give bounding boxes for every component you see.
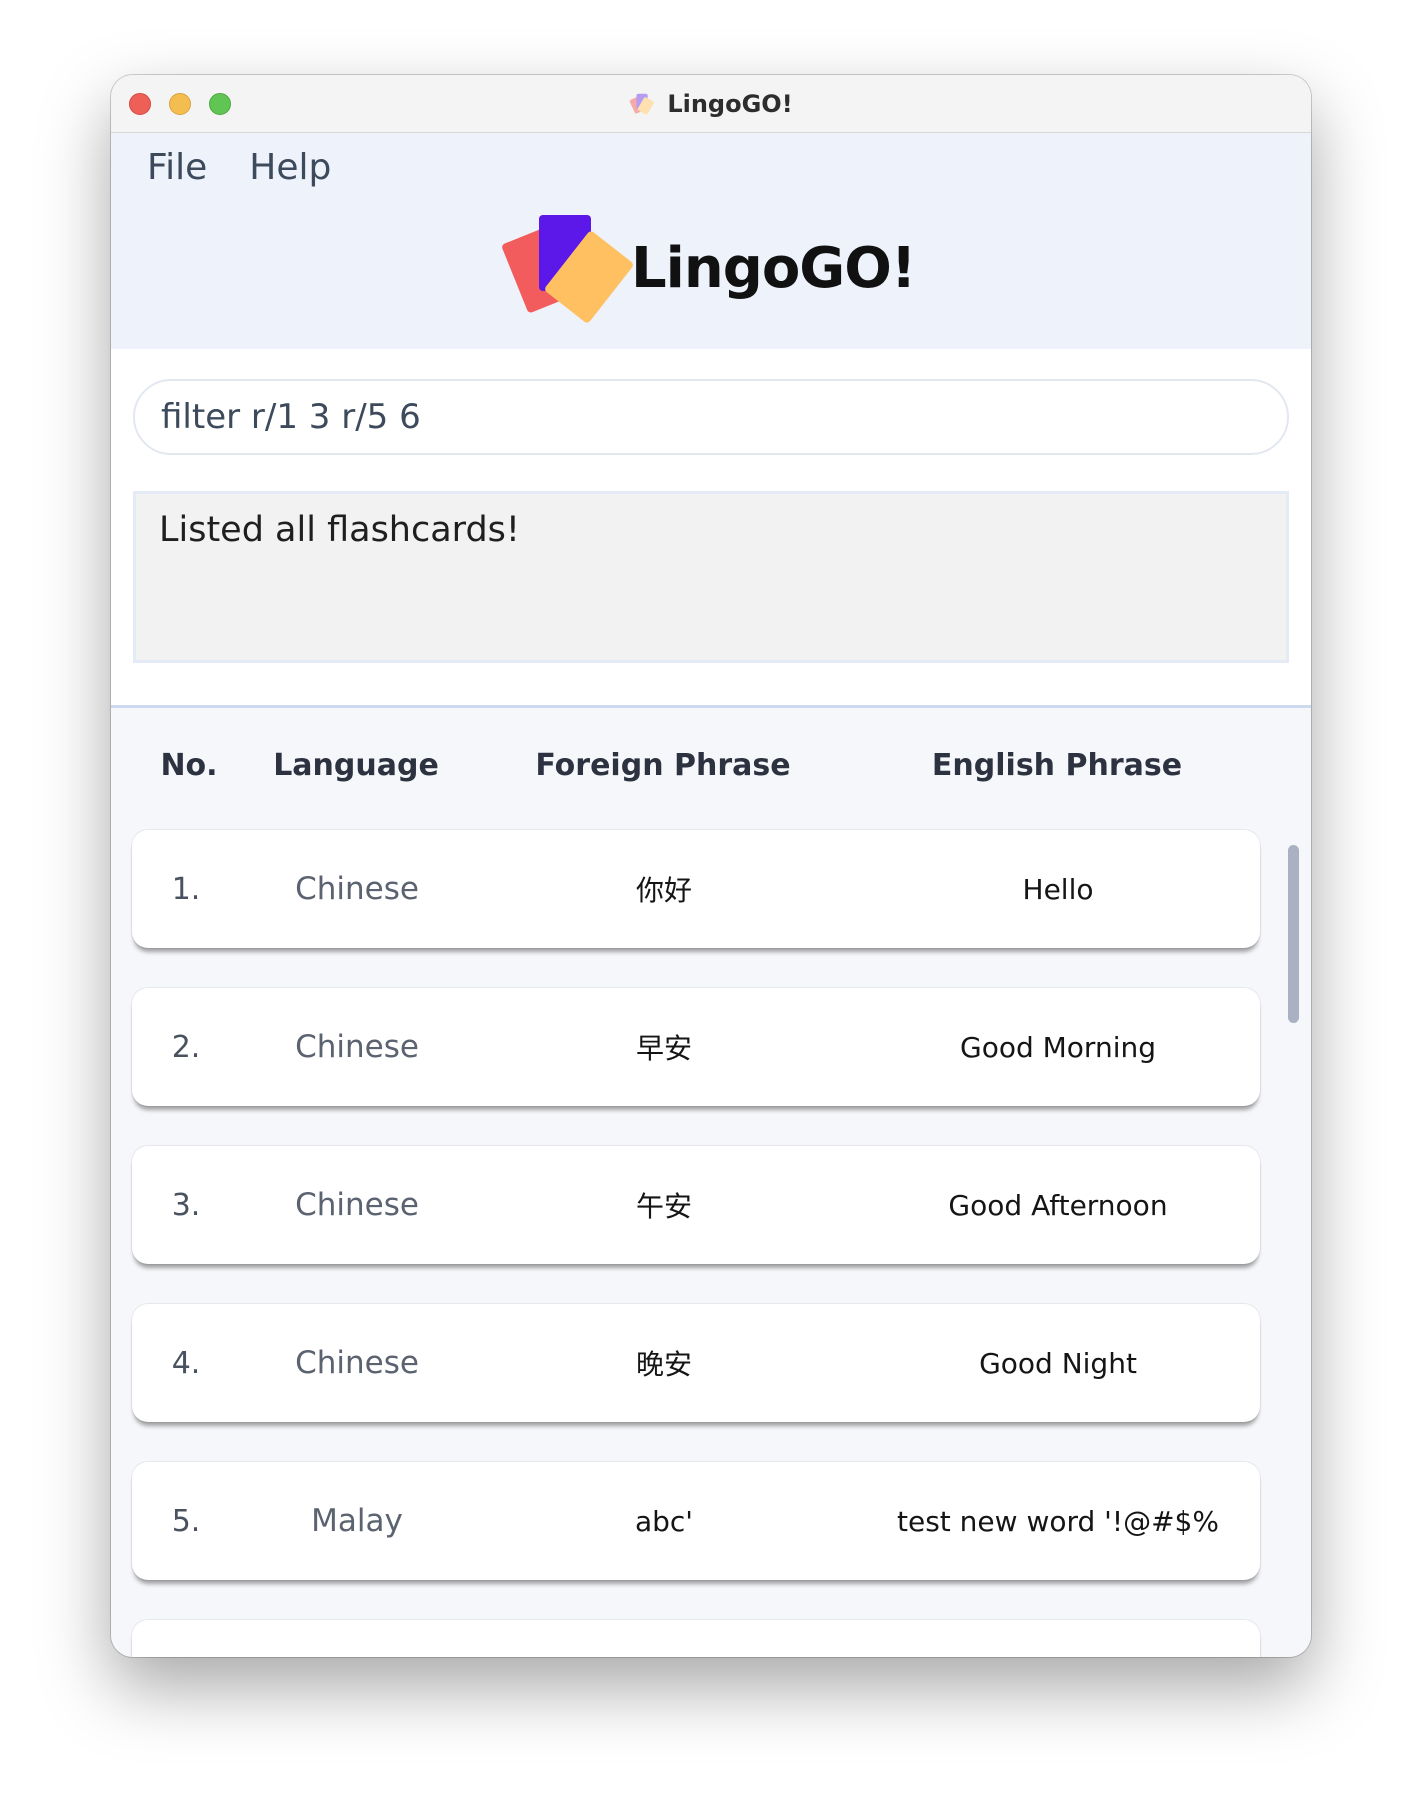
row-language: Chinese	[295, 1187, 419, 1223]
row-number: 4.	[171, 1345, 201, 1381]
flashcard-row[interactable]: 5. Malay abc' test new word '!@#$%	[132, 1462, 1260, 1580]
command-input[interactable]	[159, 396, 1263, 438]
row-language: Malay	[311, 1503, 403, 1539]
row-language: Chinese	[295, 1345, 419, 1381]
row-english-phrase: Hello	[1022, 872, 1094, 906]
row-english-phrase: Good Afternoon	[948, 1188, 1168, 1222]
row-foreign-phrase: 晚安	[635, 1348, 693, 1381]
column-headers: No. Language Foreign Phrase English Phra…	[111, 748, 1311, 798]
app-window: LingoGO! File Help LingoGO! Listed all f…	[111, 75, 1311, 1657]
flashcard-row-partial[interactable]	[132, 1620, 1260, 1657]
row-number: 3.	[171, 1187, 201, 1223]
header-language: Language	[273, 748, 439, 783]
command-box[interactable]	[133, 379, 1289, 455]
app-logo-icon	[630, 93, 655, 114]
header-no: No.	[160, 748, 218, 783]
window-title-group: LingoGO!	[111, 75, 1311, 132]
row-language: Chinese	[295, 1029, 419, 1065]
brand-name: LingoGO!	[631, 235, 916, 301]
menu-file[interactable]: File	[147, 147, 207, 188]
header-english-phrase: English Phrase	[931, 748, 1183, 783]
flashcard-row[interactable]: 2. Chinese 早安 Good Morning	[132, 988, 1260, 1106]
row-foreign-phrase: abc'	[634, 1504, 694, 1538]
row-number: 5.	[171, 1503, 201, 1539]
flashcard-list-section: No. Language Foreign Phrase English Phra…	[111, 708, 1311, 1657]
flashcards-logo-icon	[502, 215, 633, 323]
row-foreign-phrase: 午安	[635, 1190, 693, 1223]
flashcard-row[interactable]: 1. Chinese 你好 Hello	[132, 830, 1260, 948]
flashcard-row[interactable]: 3. Chinese 午安 Good Afternoon	[132, 1146, 1260, 1264]
header-foreign-phrase: Foreign Phrase	[535, 748, 791, 783]
flashcard-row[interactable]: 4. Chinese 晚安 Good Night	[132, 1304, 1260, 1422]
row-english-phrase: Good Morning	[960, 1030, 1156, 1064]
result-message: Listed all flashcards!	[159, 510, 520, 550]
row-number: 2.	[171, 1029, 201, 1065]
row-language: Chinese	[295, 871, 419, 907]
command-panel: Listed all flashcards!	[111, 349, 1311, 708]
result-display: Listed all flashcards!	[133, 491, 1289, 663]
list-scrollbar[interactable]	[1288, 845, 1299, 1023]
menu-bar: File Help	[147, 147, 331, 188]
app-header: File Help LingoGO!	[111, 133, 1311, 349]
row-foreign-phrase: 早安	[635, 1032, 693, 1065]
title-bar: LingoGO!	[111, 75, 1311, 133]
row-foreign-phrase: 你好	[635, 874, 693, 907]
menu-help[interactable]: Help	[249, 147, 331, 188]
row-english-phrase: test new word '!@#$%	[897, 1504, 1219, 1538]
brand-logo: LingoGO!	[501, 203, 916, 333]
window-title: LingoGO!	[667, 89, 793, 118]
row-number: 1.	[171, 871, 201, 907]
row-english-phrase: Good Night	[979, 1346, 1137, 1380]
